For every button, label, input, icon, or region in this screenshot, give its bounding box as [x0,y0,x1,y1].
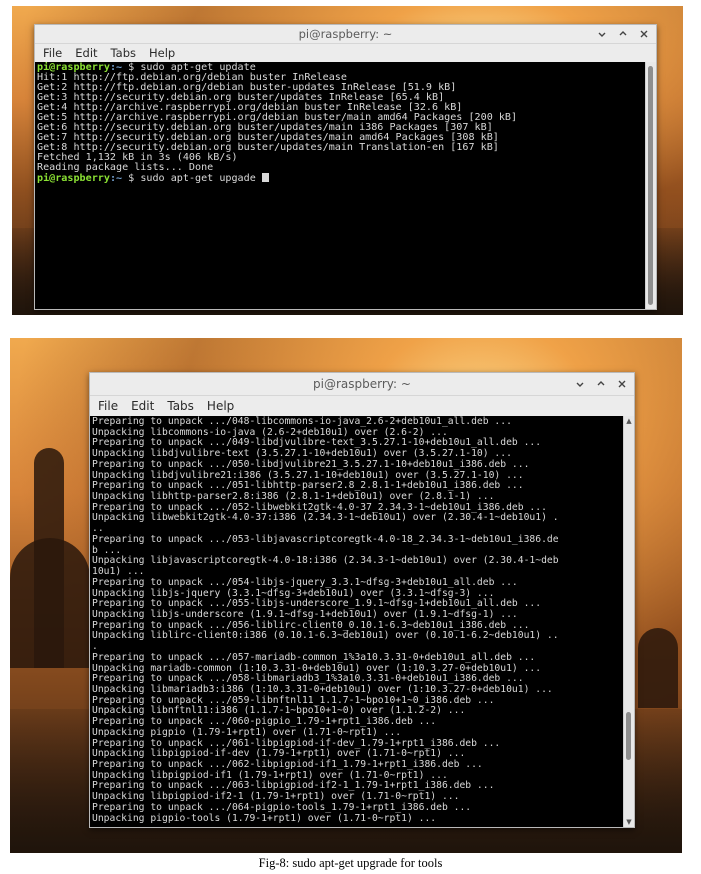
terminal-line: Unpacking libjavascriptcoregtk-4.0-18:i3… [92,555,559,567]
scroll-up-icon[interactable]: ▲ [625,417,633,425]
terminal-line: Unpacking liblirc-client0:i386 (0.10.1-6… [92,630,559,642]
terminal-line: Reading package lists... Done [37,162,644,173]
terminal-window[interactable]: pi@raspberry: ~ File Edit Tabs Help pi@r… [34,24,657,310]
terminal-line: Preparing to unpack .../057-mariadb-comm… [92,651,536,663]
terminal-line: Preparing to unpack .../053-libjavascrip… [92,533,559,545]
terminal-line: Preparing to unpack .../064-pigpio-tools… [92,801,472,813]
minimize-icon[interactable] [596,28,608,40]
terminal-line: Preparing to unpack .../054-libjs-jquery… [92,576,518,588]
terminal-text: $ sudo apt-get upgade [122,173,262,184]
menu-file[interactable]: File [43,46,62,60]
terminal-output[interactable]: Preparing to unpack .../048-libcommons-i… [90,416,624,827]
close-icon[interactable] [616,378,628,390]
prompt-path: :~ [109,173,123,184]
terminal-line: Unpacking pigpio-tools (1.79-1+rpt1) ove… [92,812,437,824]
menu-bar: File Edit Tabs Help [35,44,656,63]
menu-tabs[interactable]: Tabs [111,46,136,60]
figure-caption: Fig-8: sudo apt-get upgrade for tools [258,856,443,870]
terminal-prompt-line: pi@raspberry:~ $ sudo apt-get upgade [37,173,644,184]
menu-bar: File Edit Tabs Help [90,396,634,417]
terminal-text: Reading package lists... Done [37,162,214,173]
menu-file[interactable]: File [98,399,118,413]
terminal-line: Unpacking libwebkit2gtk-4.0-37:i386 (2.3… [92,512,559,524]
pagoda-base-silhouette [10,538,90,668]
menu-help[interactable]: Help [149,46,175,60]
terminal-line: Preparing to unpack .../050-libdjvulibre… [92,458,530,470]
menu-tabs[interactable]: Tabs [167,399,194,413]
window-title: pi@raspberry: ~ [298,27,393,41]
maximize-icon[interactable] [595,378,607,390]
prompt-user: pi@raspberry [37,173,110,184]
scrollbar-thumb[interactable] [626,712,631,760]
menu-edit[interactable]: Edit [75,46,97,60]
text-cursor [261,173,269,182]
window-titlebar[interactable]: pi@raspberry: ~ [90,373,634,396]
scrollbar-thumb[interactable] [648,66,653,305]
terminal-output[interactable]: pi@raspberry:~ $ sudo apt-get update Hit:… [35,62,646,309]
menu-edit[interactable]: Edit [131,399,154,413]
window-title: pi@raspberry: ~ [313,377,411,391]
scroll-down-icon[interactable]: ▼ [625,818,633,826]
screenshot-upgrade: pi@raspberry: ~ File Edit Tabs Help Prep… [10,338,682,853]
tree-silhouette [638,628,678,708]
scrollbar[interactable] [645,62,656,309]
minimize-icon[interactable] [574,378,586,390]
maximize-icon[interactable] [617,28,629,40]
menu-help[interactable]: Help [207,399,234,413]
terminal-line: Unpacking pigpio (1.79-1+rpt1) over (1.7… [92,726,402,738]
close-icon[interactable] [638,28,650,40]
screenshot-update: pi@raspberry: ~ File Edit Tabs Help pi@r… [12,6,683,315]
scrollbar[interactable]: ▲ ▼ [623,416,634,827]
terminal-window[interactable]: pi@raspberry: ~ File Edit Tabs Help Prep… [89,372,635,828]
window-titlebar[interactable]: pi@raspberry: ~ [35,25,656,44]
